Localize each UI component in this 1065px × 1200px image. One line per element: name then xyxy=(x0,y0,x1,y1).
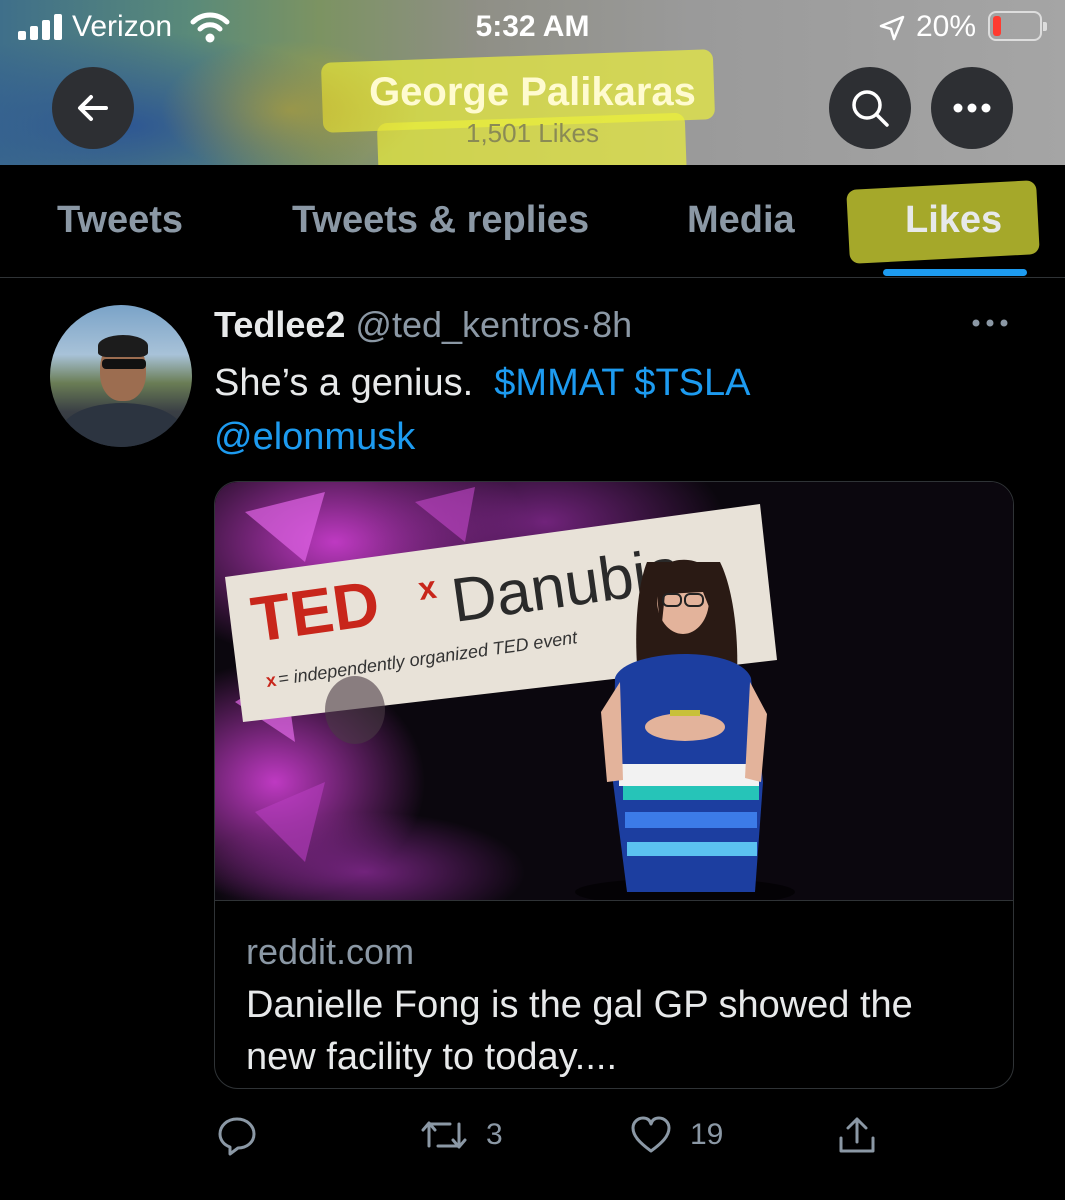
heart-icon xyxy=(631,1116,671,1153)
card-domain: reddit.com xyxy=(246,931,415,972)
status-bar: Verizon 5:32 AM 20% xyxy=(0,0,1065,56)
share-button[interactable] xyxy=(836,1112,878,1158)
link-card[interactable]: TED x Danubia x = independently organize… xyxy=(214,481,1014,1089)
more-options-button[interactable] xyxy=(931,67,1013,149)
battery-percent: 20% xyxy=(916,10,977,43)
tweet-author-name[interactable]: Tedlee2 xyxy=(214,304,345,345)
tab-tweets[interactable]: Tweets xyxy=(57,199,183,242)
retweet-button[interactable]: 3 xyxy=(420,1112,503,1158)
tweet-author-handle[interactable]: @ted_kentros xyxy=(355,304,580,345)
profile-tabs: Tweets Tweets & replies Media Likes xyxy=(0,165,1065,278)
tweet-more-icon[interactable] xyxy=(970,316,1010,330)
like-count: 19 xyxy=(690,1118,724,1151)
tweet-time[interactable]: 8h xyxy=(592,304,632,345)
tab-tweets-replies[interactable]: Tweets & replies xyxy=(292,199,589,242)
tweet-mention[interactable]: @elonmusk xyxy=(214,416,415,458)
card-image: TED x Danubia x = independently organize… xyxy=(215,482,1013,900)
reply-icon xyxy=(218,1117,256,1156)
card-title: Danielle Fong is the gal GP showed the n… xyxy=(246,984,913,1078)
share-icon xyxy=(839,1117,875,1153)
tweet-cashtags[interactable]: $MMAT $TSLA xyxy=(494,362,750,404)
tweet-header: Tedlee2 @ted_kentros·8h xyxy=(214,304,632,346)
search-button[interactable] xyxy=(829,67,911,149)
tab-likes[interactable]: Likes xyxy=(905,199,1002,242)
like-button[interactable]: 19 xyxy=(630,1112,723,1158)
tweet-text-body: She’s a genius. xyxy=(214,362,474,404)
location-arrow-icon xyxy=(879,15,905,41)
more-dots-icon xyxy=(953,103,991,113)
reply-button[interactable] xyxy=(216,1112,276,1158)
retweet-count: 3 xyxy=(486,1118,503,1151)
retweet-icon xyxy=(421,1121,467,1149)
avatar[interactable] xyxy=(50,305,192,447)
active-tab-indicator xyxy=(883,269,1027,276)
tab-media[interactable]: Media xyxy=(687,199,795,242)
card-meta: reddit.com Danielle Fong is the gal GP s… xyxy=(215,900,1013,1088)
tweet-text: She’s a genius. $MMAT $TSLA @elonmusk xyxy=(214,356,1014,464)
battery-icon xyxy=(988,11,1047,41)
tweet-separator: · xyxy=(580,304,593,345)
search-icon xyxy=(852,90,889,127)
